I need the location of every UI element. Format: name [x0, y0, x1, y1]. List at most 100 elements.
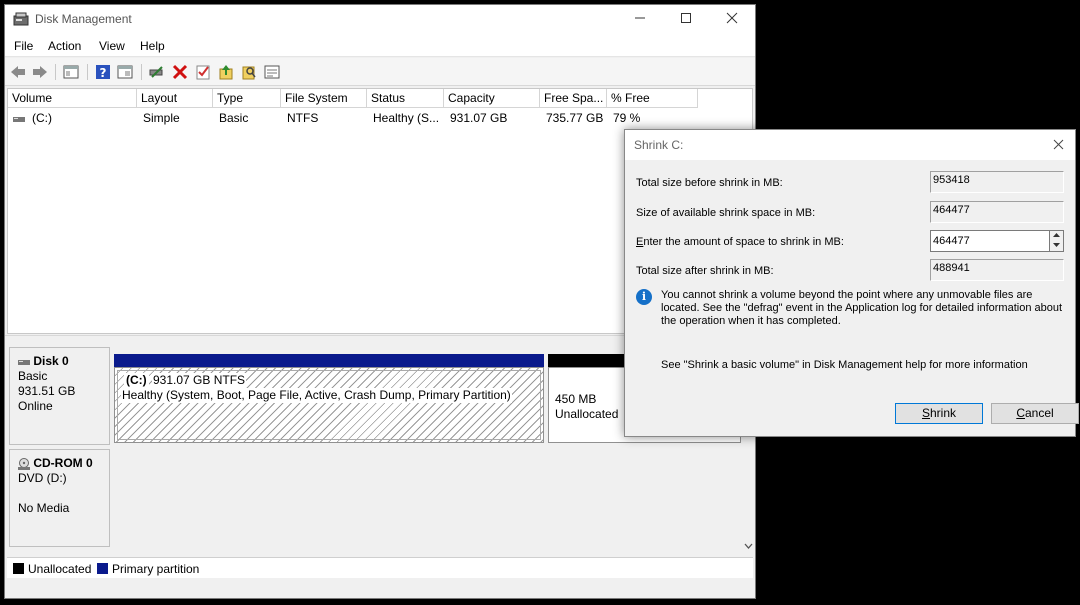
percent-free-cell: 79 % — [613, 111, 641, 125]
column-header-volume[interactable]: Volume — [8, 89, 137, 108]
legend-primary-label: Primary partition — [112, 562, 200, 576]
cdrom-0-label[interactable]: CD-ROM 0 DVD (D:) No Media — [9, 449, 110, 547]
delete-icon[interactable] — [171, 63, 189, 81]
capacity-cell: 931.07 GB — [450, 111, 508, 125]
type-cell: Basic — [219, 111, 249, 125]
connect-icon[interactable] — [148, 63, 166, 81]
menu-action[interactable]: Action — [48, 39, 81, 53]
shrink-amount-label-text: nter the amount of space to shrink in MB… — [643, 236, 844, 248]
cancel-button[interactable]: Cancel — [991, 403, 1079, 424]
chevron-down-icon — [744, 543, 752, 549]
chevron-up-icon — [1053, 233, 1060, 237]
shrink-button[interactable]: Shrink — [895, 403, 983, 424]
spin-up-button[interactable] — [1050, 231, 1063, 241]
disk-0-size: 931.51 GB — [18, 384, 76, 398]
free-space-cell: 735.77 GB — [546, 111, 604, 125]
toolbar-separator — [141, 64, 142, 80]
cancel-button-label: ancel — [1024, 406, 1054, 420]
cdrom-0-spacer — [18, 486, 101, 501]
shrink-dialog: Shrink C: Total size before shrink in MB… — [624, 129, 1079, 437]
cdrom-0-area — [111, 449, 741, 547]
status-cell: Healthy (S... — [373, 111, 440, 125]
shrink-button-label: hrink — [930, 406, 957, 420]
shrink-amount-label: Enter the amount of space to shrink in M… — [636, 236, 844, 248]
scroll-down-arrow[interactable] — [741, 539, 755, 553]
rescan-icon[interactable] — [240, 63, 258, 81]
title-bar[interactable]: Disk Management — [5, 5, 755, 35]
menu-file[interactable]: File — [14, 39, 33, 53]
cdrom-0-status: No Media — [18, 501, 70, 515]
info-icon: i — [636, 289, 652, 305]
cdrom-0-name: CD-ROM 0 — [33, 456, 93, 470]
volume-name-cell: (C:) — [32, 111, 52, 125]
total-after-label: Total size after shrink in MB: — [636, 265, 774, 277]
partition-c[interactable]: (C:) 931.07 GB NTFS Healthy (System, Boo… — [114, 367, 544, 443]
cdrom-0-name-row: CD-ROM 0 — [18, 456, 101, 471]
show-hide-icon[interactable] — [116, 63, 134, 81]
legend-unallocated-swatch — [13, 563, 24, 574]
total-after-value: 488941 — [930, 259, 1064, 281]
check-icon[interactable] — [194, 63, 212, 81]
shrink-amount-input[interactable] — [930, 230, 1050, 252]
partition-c-size: 931.07 GB NTFS — [152, 373, 247, 388]
partition-c-bar — [114, 354, 544, 367]
disk-management-app-icon — [13, 12, 29, 26]
file-system-cell: NTFS — [287, 111, 319, 125]
close-icon — [726, 12, 738, 24]
available-shrink-value: 464477 — [930, 201, 1064, 223]
column-header-free-space[interactable]: Free Spa... — [540, 89, 607, 108]
minimize-icon — [635, 17, 645, 19]
maximize-button[interactable] — [663, 5, 709, 35]
legend: Unallocated Primary partition — [7, 557, 753, 578]
legend-unallocated-label: Unallocated — [28, 562, 92, 576]
close-button[interactable] — [709, 5, 755, 35]
toolbar-separator — [55, 64, 56, 80]
partition-c-name: (C:) — [124, 373, 149, 388]
import-icon[interactable] — [217, 63, 235, 81]
console-icon[interactable] — [263, 63, 281, 81]
available-shrink-label: Size of available shrink space in MB: — [636, 207, 816, 219]
minimize-button[interactable] — [617, 5, 663, 35]
disk-icon — [18, 359, 30, 365]
cancel-button-accel: C — [1016, 406, 1025, 420]
legend-primary-swatch — [97, 563, 108, 574]
disk-0-name: Disk 0 — [33, 354, 69, 368]
help-icon[interactable]: ? — [94, 63, 112, 81]
forward-icon[interactable] — [31, 63, 49, 81]
partition-c-inner: (C:) 931.07 GB NTFS Healthy (System, Boo… — [117, 370, 541, 440]
column-header-file-system[interactable]: File System — [281, 89, 367, 108]
column-header-layout[interactable]: Layout — [137, 89, 213, 108]
window-title: Disk Management — [35, 12, 132, 26]
maximize-icon — [681, 13, 691, 23]
back-icon[interactable] — [9, 63, 27, 81]
total-before-value: 953418 — [930, 171, 1064, 193]
disk-0-label[interactable]: Disk 0 Basic 931.51 GB Online — [9, 347, 110, 445]
menu-view[interactable]: View — [99, 39, 125, 53]
shrink-help-text: See "Shrink a basic volume" in Disk Mana… — [661, 359, 1028, 371]
shrink-info-text: You cannot shrink a volume beyond the po… — [661, 289, 1063, 327]
disk-0-type: Basic — [18, 369, 48, 383]
column-header-type[interactable]: Type — [213, 89, 281, 108]
menu-help[interactable]: Help — [140, 39, 165, 53]
close-icon — [1053, 139, 1063, 150]
total-before-label: Total size before shrink in MB: — [636, 177, 783, 189]
cdrom-0-type: DVD (D:) — [18, 471, 67, 485]
properties-icon[interactable] — [62, 63, 80, 81]
column-header-status[interactable]: Status — [367, 89, 444, 108]
disk-0-status: Online — [18, 399, 53, 413]
svg-text:?: ? — [100, 66, 107, 80]
menu-bar: File Action View Help — [5, 35, 755, 57]
spin-down-button[interactable] — [1050, 241, 1063, 251]
shrink-amount-spinner[interactable] — [1050, 230, 1064, 252]
dialog-close-button[interactable] — [1049, 136, 1067, 154]
partition-c-detail: Healthy (System, Boot, Page File, Active… — [121, 388, 512, 403]
disk-0-name-row: Disk 0 — [18, 354, 101, 369]
cdrom-icon — [18, 457, 30, 470]
dialog-title-bar[interactable]: Shrink C: — [625, 130, 1075, 160]
toolbar: ? — [5, 58, 755, 86]
volume-drive-icon — [13, 117, 25, 122]
column-header-percent-free[interactable]: % Free — [607, 89, 698, 108]
chevron-down-icon — [1053, 243, 1060, 247]
dialog-title: Shrink C: — [634, 138, 684, 152]
column-header-capacity[interactable]: Capacity — [444, 89, 540, 108]
